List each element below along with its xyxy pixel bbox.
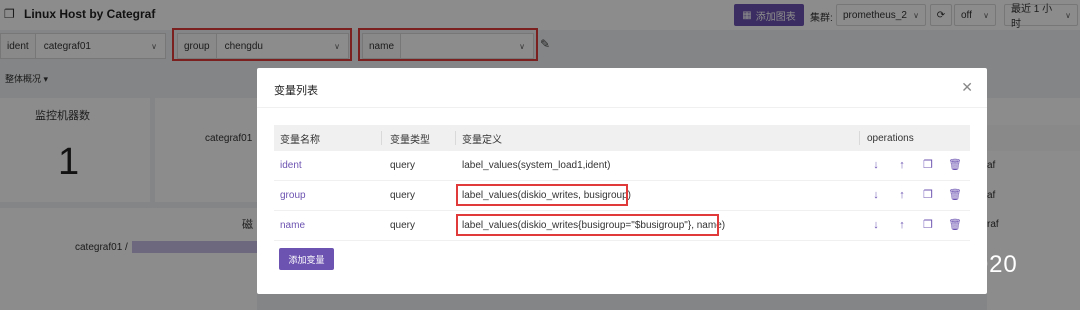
definition-highlight-box: [456, 184, 628, 206]
variable-definition: label_values(system_load1,ident): [462, 160, 611, 171]
modal-header: 变量列表 ✕: [257, 68, 987, 108]
column-header-definition: 变量定义: [462, 134, 502, 146]
variable-name-link[interactable]: group: [280, 181, 306, 210]
definition-highlight-box: [456, 214, 719, 236]
move-down-icon[interactable]: ↓: [870, 220, 882, 231]
copy-icon[interactable]: ❐: [922, 160, 934, 171]
table-row: group query label_values(diskio_writes, …: [274, 181, 970, 211]
table-row: name query label_values(diskio_writes{bu…: [274, 211, 970, 241]
column-divider: [859, 131, 860, 145]
copy-icon[interactable]: ❐: [922, 220, 934, 231]
delete-icon[interactable]: 🗑: [948, 190, 962, 201]
variable-type: query: [390, 220, 416, 231]
variable-name-link[interactable]: name: [280, 211, 305, 240]
column-header-type: 变量类型: [390, 134, 430, 146]
copy-icon[interactable]: ❐: [922, 190, 934, 201]
move-up-icon[interactable]: ↑: [896, 220, 908, 231]
watermark-text: 微信号: reactor_2020: [774, 251, 1018, 278]
table-header: 变量名称 变量类型 变量定义 operations: [274, 125, 970, 151]
column-divider: [455, 131, 456, 145]
move-down-icon[interactable]: ↓: [870, 160, 882, 171]
column-divider: [381, 131, 382, 145]
move-up-icon[interactable]: ↑: [896, 160, 908, 171]
delete-icon[interactable]: 🗑: [948, 220, 962, 231]
move-down-icon[interactable]: ↓: [870, 190, 882, 201]
variable-type: query: [390, 190, 416, 201]
close-icon[interactable]: ✕: [961, 80, 973, 94]
column-header-name: 变量名称: [280, 134, 320, 146]
wechat-watermark: 微信号: reactor_2020: [738, 244, 1018, 279]
add-variable-button[interactable]: 添加变量: [279, 248, 334, 270]
modal-title: 变量列表: [274, 85, 318, 97]
variable-type: query: [390, 160, 416, 171]
table-row: ident query label_values(system_load1,id…: [274, 151, 970, 181]
variable-name-link[interactable]: ident: [280, 151, 302, 180]
delete-icon[interactable]: 🗑: [948, 160, 962, 171]
wechat-logo-icon: [739, 251, 766, 272]
move-up-icon[interactable]: ↑: [896, 190, 908, 201]
column-header-operations: operations: [867, 132, 914, 144]
variables-table: 变量名称 变量类型 变量定义 operations ident query la…: [274, 125, 970, 241]
